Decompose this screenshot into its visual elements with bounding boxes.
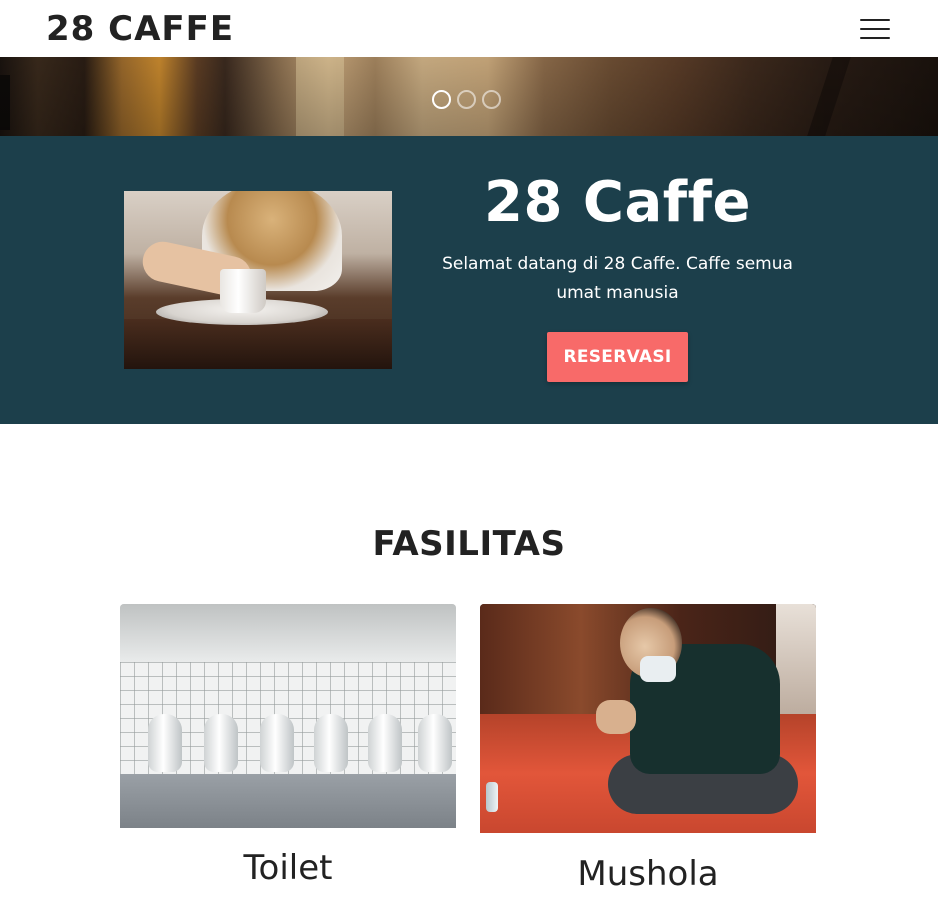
photo-urinal	[148, 714, 182, 772]
photo-mask	[640, 656, 676, 682]
carousel-indicators	[432, 90, 501, 109]
facilities-title: FASILITAS	[372, 524, 566, 564]
carousel-indicator-3[interactable]	[482, 90, 501, 109]
image-carousel	[0, 57, 938, 136]
photo-urinal	[204, 714, 238, 772]
photo-cup	[220, 269, 266, 313]
reservasi-button[interactable]: RESERVASI	[547, 332, 688, 382]
photo-floor	[120, 774, 456, 828]
facility-card-toilet[interactable]: Toilet	[120, 604, 456, 904]
brand-logo[interactable]: 28 CAFFE	[46, 9, 234, 49]
hero-title: 28 Caffe	[483, 170, 752, 235]
toilet-photo	[120, 604, 456, 828]
carousel-indicator-2[interactable]	[457, 90, 476, 109]
photo-urinal	[368, 714, 402, 772]
photo-window	[776, 604, 816, 724]
hero-coffee-photo	[124, 191, 392, 369]
navbar: 28 CAFFE	[0, 0, 938, 57]
photo-urinal	[260, 714, 294, 772]
photo-table	[124, 319, 392, 369]
photo-urinal	[418, 714, 452, 772]
carousel-indicator-1[interactable]	[432, 90, 451, 109]
hamburger-menu-icon[interactable]	[860, 18, 890, 39]
hamburger-line	[860, 18, 890, 21]
hero-description: Selamat datang di 28 Caffe. Caffe semua …	[442, 254, 793, 303]
photo-bottle	[486, 782, 498, 812]
hamburger-line	[860, 36, 890, 39]
facility-card-mushola[interactable]: Mushola	[480, 604, 816, 904]
facility-label: Toilet	[243, 848, 333, 888]
hamburger-line	[860, 27, 890, 30]
photo-urinal	[314, 714, 348, 772]
photo-hands	[596, 700, 636, 734]
mushola-photo	[480, 604, 816, 833]
photo-wall	[120, 604, 456, 662]
facility-label: Mushola	[577, 854, 719, 894]
